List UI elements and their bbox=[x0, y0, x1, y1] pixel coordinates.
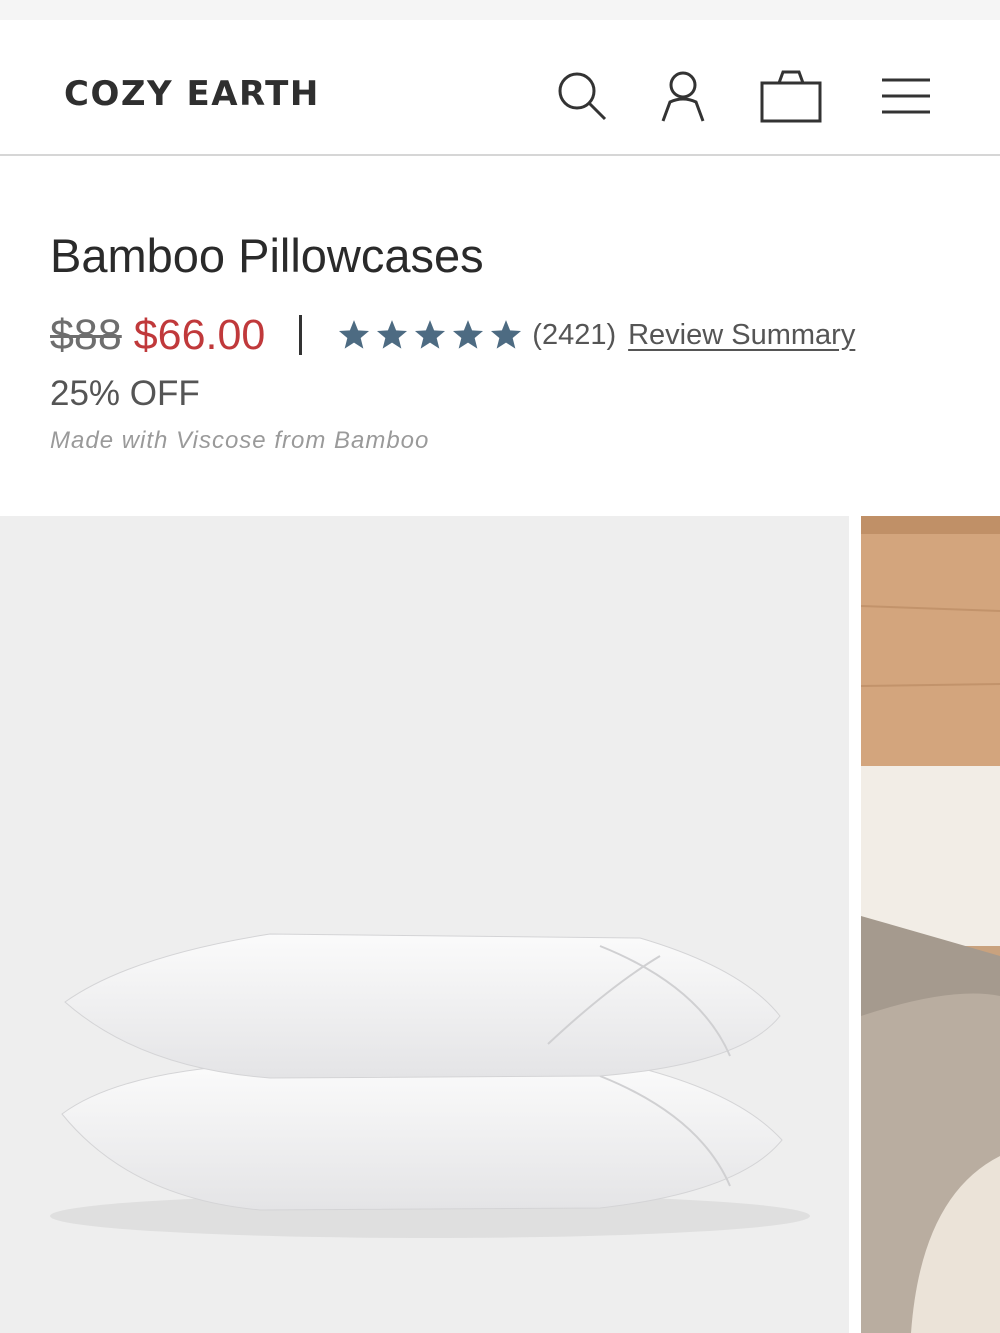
sale-price: $66.00 bbox=[133, 310, 266, 359]
price-row: $88 $66.00 (2421) Review Summary bbox=[50, 308, 970, 362]
review-count: (2421) bbox=[532, 318, 617, 351]
review-summary-link[interactable]: Review Summary bbox=[628, 319, 855, 352]
rating-stars[interactable] bbox=[336, 318, 524, 352]
star-icon bbox=[491, 320, 522, 349]
product-title: Bamboo Pillowcases bbox=[50, 229, 484, 282]
status-strip bbox=[0, 0, 1000, 20]
site-header: COZY EARTH bbox=[0, 20, 1000, 156]
star-icon bbox=[377, 320, 408, 349]
original-price: $88 bbox=[50, 310, 122, 359]
discount-label: 25% OFF bbox=[50, 374, 200, 413]
product-image-carousel[interactable] bbox=[0, 516, 1000, 1333]
menu-icon[interactable] bbox=[874, 64, 938, 128]
bedroom-illustration bbox=[861, 516, 1000, 1333]
bag-icon[interactable] bbox=[759, 64, 823, 128]
account-icon[interactable] bbox=[651, 64, 715, 128]
star-icon bbox=[339, 320, 370, 349]
brand-logo[interactable]: COZY EARTH bbox=[64, 74, 320, 114]
product-image-pillows[interactable] bbox=[0, 516, 849, 1333]
star-icon bbox=[453, 320, 484, 349]
product-info: Bamboo Pillowcases $88 $66.00 (2421) Rev… bbox=[50, 226, 970, 454]
pillows-illustration bbox=[50, 933, 810, 1238]
search-icon[interactable] bbox=[550, 64, 614, 128]
price-divider bbox=[299, 315, 303, 355]
product-image-bedroom[interactable] bbox=[861, 516, 1000, 1333]
star-icon bbox=[415, 320, 446, 349]
material-note: Made with Viscose from Bamboo bbox=[50, 427, 430, 454]
